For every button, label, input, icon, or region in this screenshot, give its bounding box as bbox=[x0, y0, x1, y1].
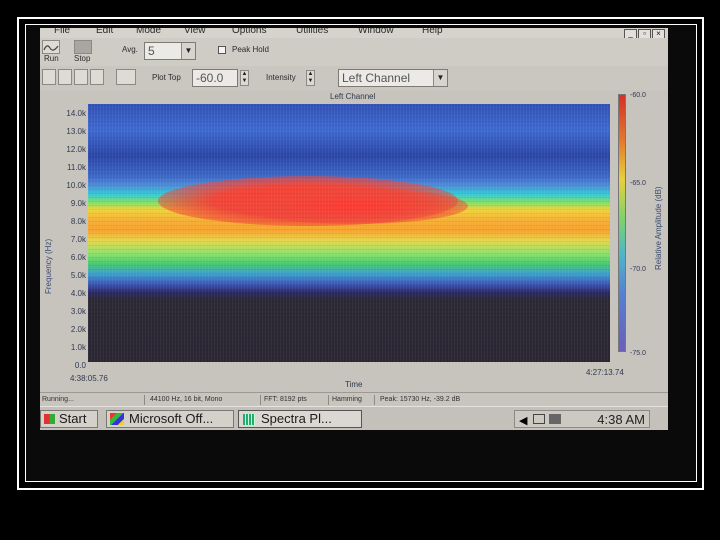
office-icon bbox=[110, 413, 124, 425]
plot-top-label: Plot Top bbox=[152, 73, 181, 82]
system-tray: ◀ 4:38 AM bbox=[514, 410, 650, 428]
y-tick: 0.0 bbox=[74, 361, 86, 370]
y-axis-label: Frequency (Hz) bbox=[44, 238, 53, 294]
menu-file[interactable]: File bbox=[54, 28, 70, 36]
windows-logo-icon bbox=[44, 414, 55, 424]
taskbar: Start Microsoft Off... Spectra Pl... ◀ 4… bbox=[40, 406, 668, 430]
menu-help[interactable]: Help bbox=[422, 28, 443, 36]
intensity-spinner[interactable]: ▲ ▼ bbox=[306, 70, 315, 86]
spectrogram-panel: Left Channel Frequency (Hz) 14.0k 13.0k … bbox=[40, 90, 668, 395]
chevron-down-icon[interactable]: ▼ bbox=[433, 70, 447, 86]
y-tick: 2.0k bbox=[70, 325, 86, 334]
x-start-label: 4:38:05.76 bbox=[70, 374, 108, 383]
menu-window[interactable]: Window bbox=[358, 28, 394, 36]
waveform-icon[interactable] bbox=[42, 69, 56, 85]
colorbar-label: Relative Amplitude (dB) bbox=[654, 186, 663, 270]
peak-hold-checkbox[interactable] bbox=[218, 46, 226, 54]
volume-icon[interactable]: ◀ bbox=[519, 414, 527, 427]
toolbar-bottom: Plot Top -60.0 ▲ ▼ Intensity ▲ ▼ Left Chan… bbox=[40, 66, 668, 91]
status-peak: Peak: 15730 Hz, -39.2 dB bbox=[380, 396, 461, 403]
status-format: 44100 Hz, 16 bit, Mono bbox=[150, 396, 223, 403]
clock[interactable]: 4:38 AM bbox=[597, 412, 645, 427]
run-icon[interactable] bbox=[42, 40, 60, 54]
x-end-label: 4:27:13.74 bbox=[586, 368, 624, 377]
y-tick: 6.0k bbox=[70, 253, 86, 262]
menu-view[interactable]: View bbox=[184, 28, 206, 36]
taskbar-item-spectra[interactable]: Spectra Pl... bbox=[238, 410, 362, 428]
x-axis-label: Time bbox=[345, 380, 363, 389]
y-tick: 3.0k bbox=[70, 307, 86, 316]
stop-button[interactable]: Stop bbox=[74, 54, 90, 63]
menu-mode[interactable]: Mode bbox=[136, 28, 161, 36]
y-tick: 14.0k bbox=[66, 109, 86, 118]
taskbar-item-label: Microsoft Off... bbox=[129, 411, 214, 426]
status-divider bbox=[374, 395, 375, 405]
settings-icon[interactable] bbox=[116, 69, 136, 85]
stop-icon[interactable] bbox=[74, 40, 92, 54]
menu-options[interactable]: Options bbox=[232, 28, 266, 36]
network-icon[interactable] bbox=[533, 414, 545, 424]
avg-select[interactable]: 5 ▼ bbox=[144, 42, 196, 60]
run-button[interactable]: Run bbox=[44, 54, 59, 63]
menu-edit[interactable]: Edit bbox=[96, 28, 113, 36]
status-divider bbox=[260, 395, 261, 405]
y-tick: 4.0k bbox=[70, 289, 86, 298]
toolbar-top: Run Stop Avg. 5 ▼ Peak Hold bbox=[40, 38, 668, 67]
peak-hold-label: Peak Hold bbox=[232, 45, 269, 54]
taskbar-item-office[interactable]: Microsoft Off... bbox=[106, 410, 234, 428]
status-bar: Running... 44100 Hz, 16 bit, Mono FFT: 8… bbox=[40, 392, 668, 407]
y-tick: 11.0k bbox=[67, 163, 86, 172]
intensity-label: Intensity bbox=[266, 73, 296, 82]
scanline-overlay bbox=[88, 104, 610, 362]
app-window: File Edit Mode View Options Utilities Wi… bbox=[40, 28, 668, 430]
y-tick: 7.0k bbox=[70, 235, 86, 244]
colorbar-tick: -75.0 bbox=[630, 350, 646, 357]
status-divider bbox=[328, 395, 329, 405]
plot-title: Left Channel bbox=[330, 92, 376, 101]
y-tick: 5.0k bbox=[70, 271, 86, 280]
colorbar-tick: -65.0 bbox=[630, 180, 646, 187]
y-tick: 9.0k bbox=[70, 199, 86, 208]
start-button[interactable]: Start bbox=[40, 410, 98, 428]
avg-label: Avg. bbox=[122, 45, 138, 54]
monitor-icon[interactable] bbox=[549, 414, 561, 424]
y-tick: 8.0k bbox=[70, 217, 86, 226]
spectrogram-image[interactable] bbox=[88, 104, 610, 362]
plot-top-value: -60.0 bbox=[196, 71, 224, 85]
peak-icon[interactable] bbox=[90, 69, 104, 85]
plot-top-input[interactable]: -60.0 bbox=[192, 69, 238, 87]
menu-bar: File Edit Mode View Options Utilities Wi… bbox=[40, 28, 668, 39]
speaker-icon[interactable] bbox=[74, 69, 88, 85]
y-tick: 1.0k bbox=[70, 343, 86, 352]
avg-value: 5 bbox=[148, 44, 155, 58]
menu-utilities[interactable]: Utilities bbox=[296, 28, 328, 36]
status-state: Running... bbox=[42, 396, 74, 403]
spectra-plus-icon bbox=[243, 414, 255, 425]
status-fft: FFT: 8192 pts bbox=[264, 396, 307, 403]
amplitude-colorbar bbox=[618, 94, 626, 352]
status-divider bbox=[144, 395, 145, 405]
channel-select[interactable]: Left Channel ▼ bbox=[338, 69, 448, 87]
chevron-down-icon[interactable]: ▼ bbox=[181, 43, 195, 59]
status-window: Hamming bbox=[332, 396, 362, 403]
taskbar-item-label: Spectra Pl... bbox=[261, 411, 332, 426]
start-label: Start bbox=[59, 411, 87, 426]
colorbar-tick: -70.0 bbox=[630, 266, 646, 273]
channel-value: Left Channel bbox=[342, 71, 411, 85]
spectrum-icon[interactable] bbox=[58, 69, 72, 85]
y-tick: 13.0k bbox=[66, 127, 86, 136]
colorbar-tick: -60.0 bbox=[630, 92, 646, 99]
y-tick: 12.0k bbox=[66, 145, 86, 154]
plot-top-spinner[interactable]: ▲ ▼ bbox=[240, 70, 249, 86]
y-tick: 10.0k bbox=[66, 181, 86, 190]
